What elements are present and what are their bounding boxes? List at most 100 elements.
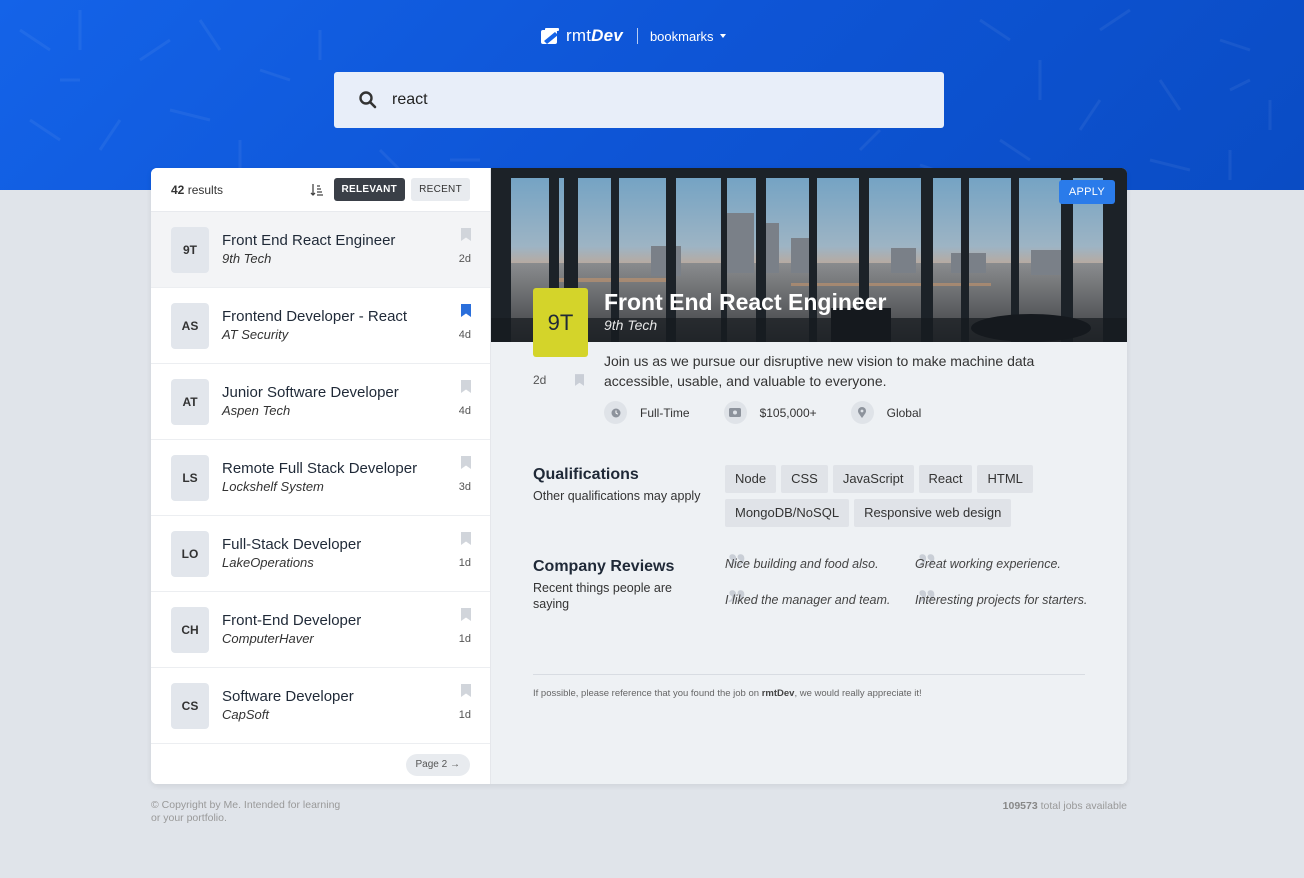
job-list-item[interactable]: AT Junior Software Developer Aspen Tech 4d xyxy=(151,364,490,440)
company-badge: LS xyxy=(171,454,209,501)
sort-relevant-button[interactable]: RELEVANT xyxy=(333,178,406,201)
bookmark-icon[interactable] xyxy=(461,380,471,393)
bookmark-icon[interactable] xyxy=(461,684,471,697)
job-info: Junior Software Developer Aspen Tech xyxy=(222,384,399,419)
job-title: Junior Software Developer xyxy=(222,384,399,401)
qualification-tag: MongoDB/NoSQL xyxy=(725,499,850,527)
company-badge: 9T xyxy=(533,288,588,357)
job-meta: 1d xyxy=(459,684,471,721)
job-meta: 3d xyxy=(459,456,471,493)
job-age: 4d xyxy=(458,329,471,341)
job-meta: 1d xyxy=(459,608,471,645)
job-meta: 2d xyxy=(459,228,471,265)
job-list-item[interactable]: AS Frontend Developer - React AT Security 4… xyxy=(151,288,490,364)
job-title: Full-Stack Developer xyxy=(222,536,362,553)
company-name: AT Security xyxy=(222,327,289,342)
qualifications-list: Node CSS JavaScript React HTML MongoDB/NoSQL R… xyxy=(725,465,1085,527)
job-extras: Full-Time $105,000+ Global xyxy=(604,401,955,424)
company-name: Lockshelf System xyxy=(222,479,324,494)
job-title: Remote Full Stack Developer xyxy=(222,460,418,477)
review-item: ” Great working experience. xyxy=(915,548,1105,588)
review-text: I liked the manager and team. xyxy=(725,593,891,607)
brand: rmtDev bookmarks xyxy=(541,26,726,46)
search-bar xyxy=(334,72,944,128)
job-age: 2d xyxy=(458,253,471,265)
job-location: Global xyxy=(850,401,921,424)
company-name: LakeOperations xyxy=(222,555,314,570)
review-text: Nice building and food also. xyxy=(725,557,879,571)
qualification-tag: CSS xyxy=(781,465,828,493)
review-text: Great working experience. xyxy=(915,557,1061,571)
job-list-item[interactable]: LS Remote Full Stack Developer Lockshelf S… xyxy=(151,440,490,516)
review-text: Interesting projects for starters. xyxy=(915,593,1088,607)
company-name: ComputerHaver xyxy=(222,631,314,646)
search-input[interactable] xyxy=(392,91,892,109)
company-badge: CH xyxy=(171,606,209,653)
bookmark-icon[interactable] xyxy=(461,304,471,317)
search-icon[interactable] xyxy=(358,90,378,110)
reviews-title: Company Reviews xyxy=(533,558,675,575)
reviews-list: ” Nice building and food also.” Great work… xyxy=(725,548,1105,624)
qualification-tag: HTML xyxy=(977,465,1033,493)
review-item: ” I liked the manager and team. xyxy=(725,584,915,624)
job-duration: Full-Time xyxy=(604,401,690,424)
company-name: Aspen Tech xyxy=(222,403,291,418)
job-list-item[interactable]: CS Software Developer CapSoft 1d xyxy=(151,668,490,744)
job-meta: 1d xyxy=(459,532,471,569)
job-age: 2d xyxy=(533,373,547,387)
job-age: 4d xyxy=(458,405,471,417)
review-item: ” Nice building and food also. xyxy=(725,548,915,588)
results-count: 42 results xyxy=(171,182,224,197)
job-age: 3d xyxy=(458,481,471,493)
job-salary: $105,000+ xyxy=(723,401,817,424)
job-title: Frontend Developer - React xyxy=(222,308,408,325)
job-info: Front-End Developer ComputerHaver xyxy=(222,612,361,647)
brand-divider xyxy=(636,28,638,44)
job-age: 1d xyxy=(458,709,471,721)
sort-recent-button[interactable]: RECENT xyxy=(411,178,470,201)
bookmark-icon[interactable] xyxy=(461,228,471,241)
job-meta: 4d xyxy=(459,304,471,341)
review-item: ” Interesting projects for starters. xyxy=(915,584,1105,624)
company-badge: AS xyxy=(171,302,209,349)
company-name: CapSoft xyxy=(222,707,269,722)
pagination-next-button[interactable]: Page 2 → xyxy=(405,754,470,776)
footer-copyright: © Copyright by Me. Intended for learning… xyxy=(151,799,341,824)
job-info: Frontend Developer - React AT Security xyxy=(222,308,407,343)
job-list-item[interactable]: 9T Front End React Engineer 9th Tech 2d xyxy=(151,212,490,288)
sidebar-top: 42 results RELEVANT RECENT xyxy=(151,168,490,212)
company-name: 9th Tech xyxy=(222,251,272,266)
location-pin-icon xyxy=(850,401,874,424)
company-name: 9th Tech xyxy=(604,317,658,333)
logo-icon xyxy=(541,28,559,44)
job-age: 1d xyxy=(458,557,471,569)
reviews-subtitle: Recent things people are saying xyxy=(533,581,672,611)
job-title: Software Developer xyxy=(222,688,354,705)
bookmark-icon[interactable] xyxy=(461,456,471,469)
job-description: Join us as we pursue our disruptive new … xyxy=(604,353,1035,389)
job-list-item[interactable]: LO Full-Stack Developer LakeOperations 1d xyxy=(151,516,490,592)
bookmarks-button[interactable]: bookmarks xyxy=(650,29,726,44)
bookmarks-label: bookmarks xyxy=(649,28,714,44)
job-list: 9T Front End React Engineer 9th Tech 2d AS Fr… xyxy=(151,212,490,744)
job-info: Software Developer CapSoft xyxy=(222,688,354,723)
qualification-tag: JavaScript xyxy=(832,465,914,493)
job-info: Remote Full Stack Developer Lockshelf Sys… xyxy=(222,460,417,495)
company-badge: LO xyxy=(171,530,209,577)
bookmark-icon[interactable] xyxy=(575,374,584,386)
company-badge: 9T xyxy=(171,226,209,273)
company-badge: CS xyxy=(171,682,209,729)
job-info: Full-Stack Developer LakeOperations xyxy=(222,536,361,571)
money-icon xyxy=(723,401,747,424)
company-badge: AT xyxy=(171,378,209,425)
qualification-tag: Responsive web design xyxy=(854,499,1012,527)
qualifications-title: Qualifications xyxy=(533,466,639,483)
bookmark-icon[interactable] xyxy=(461,608,471,621)
job-list-item[interactable]: CH Front-End Developer ComputerHaver 1d xyxy=(151,592,490,668)
sort-icon xyxy=(310,183,323,196)
divider xyxy=(533,674,1085,675)
bookmark-icon[interactable] xyxy=(461,532,471,545)
apply-button[interactable]: APPLY xyxy=(1058,180,1115,204)
job-title: Front-End Developer xyxy=(222,612,362,629)
logo-text[interactable]: rmtDev xyxy=(566,26,623,46)
